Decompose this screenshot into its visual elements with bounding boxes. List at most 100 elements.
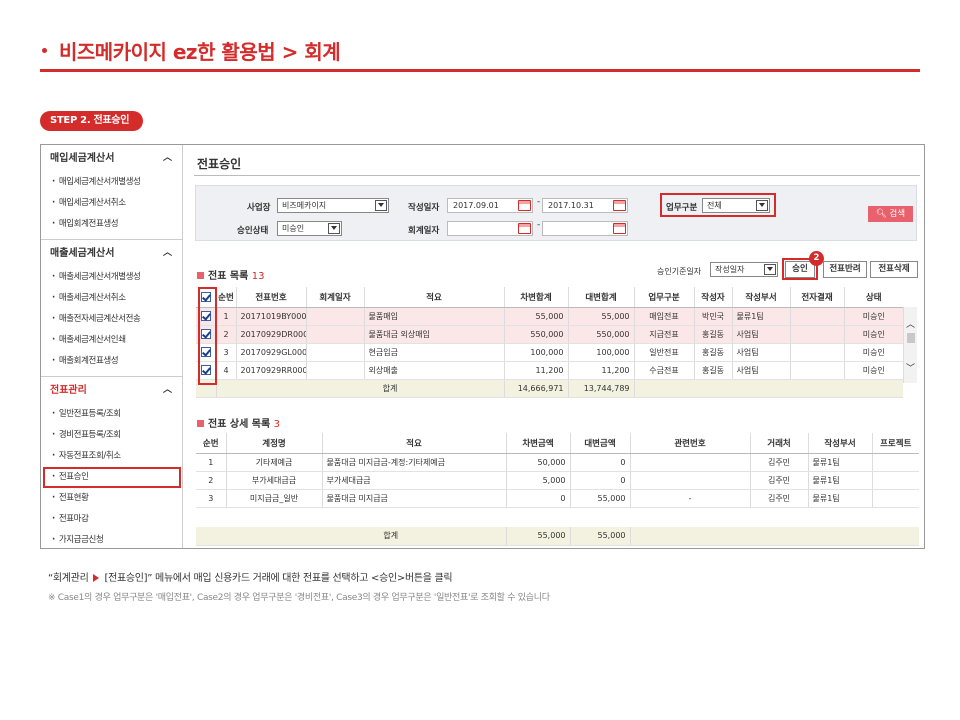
sidebar-group-header[interactable]: 매입세금계산서 ︿ <box>41 145 182 172</box>
column-header: 적요 <box>364 287 505 308</box>
sidebar-item[interactable]: 전표현황 <box>41 488 182 509</box>
step-number-badge: 2 <box>809 251 824 266</box>
search-button[interactable]: 🔍︎ 검색 <box>868 206 913 222</box>
table-row[interactable]: 2 부가세대급금 부가세대급금 5,000 0 김주민 물류1팀 <box>196 471 919 490</box>
chevron-up-icon[interactable]: ︿ <box>163 240 172 267</box>
range-separator: - <box>537 197 541 207</box>
footer-caption: “회계관리 [전표승인]” 메뉴에서 매입 신용카드 거래에 대한 전표를 선택하… <box>48 573 453 584</box>
sidebar-item[interactable]: 매출세금계산서개별생성 <box>41 267 182 288</box>
sidebar-item[interactable]: 경비전표등록/조회 <box>41 425 182 446</box>
triangle-right-icon <box>93 574 100 582</box>
cell <box>790 343 845 362</box>
cell: 사업팀 <box>732 361 791 380</box>
column-header: 거래처 <box>750 433 809 454</box>
sidebar-item[interactable]: 일반전표등록/조회 <box>41 404 182 425</box>
cell: 550,000 <box>504 325 569 344</box>
cell: 현금입금 <box>364 343 505 362</box>
table-row[interactable]: 1 20171019BY00001 물품매입 55,000 55,000 매입전… <box>196 307 903 326</box>
cell: 4 <box>216 361 237 380</box>
column-header: 프로젝트 <box>872 433 919 454</box>
column-header: 순번 <box>196 433 227 454</box>
calendar-icon[interactable] <box>518 200 531 211</box>
cell: 100,000 <box>568 343 635 362</box>
cell: 홍길동 <box>694 361 733 380</box>
step-badge: STEP 2. 전표승인 <box>40 111 143 131</box>
calendar-icon[interactable] <box>613 223 626 234</box>
list-scrollbar[interactable]: ︿ ﹀ <box>903 307 917 383</box>
footer-note: ※ Case1의 경우 업무구분은 '매입전표', Case2의 경우 업무구분… <box>48 593 550 603</box>
table-row[interactable]: 4 20170929RR00001 외상매출 11,200 11,200 수금전… <box>196 361 903 380</box>
acct-date-label: 회계일자 <box>408 226 440 236</box>
table-row[interactable]: 3 미지급금_일반 물품대금 미지급금 0 55,000 - 김주민 물류1팀 <box>196 489 919 508</box>
sum-debit: 14,666,971 <box>504 379 569 398</box>
sidebar-item[interactable]: 매출회계전표생성 <box>41 351 182 372</box>
cell: 11,200 <box>568 361 635 380</box>
dropdown-arrow-icon[interactable] <box>756 200 768 211</box>
date-from-input[interactable]: 2017.09.01 <box>447 198 533 213</box>
chevron-down-icon[interactable]: ﹀ <box>906 361 915 374</box>
table-row[interactable]: 2 20170929DR00001 물품대금 외상매입 550,000 550,… <box>196 325 903 344</box>
list-section-title: 전표 목록 13 <box>197 267 265 282</box>
business-select[interactable]: 비즈메카이지 <box>277 198 389 213</box>
sidebar-item[interactable]: 매입회계전표생성 <box>41 214 182 235</box>
cell: 미승인 <box>844 325 903 344</box>
column-header: 업무구분 <box>634 287 695 308</box>
cell: 20171019BY00001 <box>236 307 307 326</box>
scrollbar-thumb[interactable] <box>907 333 915 343</box>
sidebar-item[interactable]: 전표마감 <box>41 509 182 530</box>
bullet-icon <box>42 48 47 53</box>
column-header: 대변금액 <box>570 433 631 454</box>
dropdown-arrow-icon[interactable] <box>764 264 776 275</box>
cell: 물류1팀 <box>808 453 873 472</box>
calendar-icon[interactable] <box>518 223 531 234</box>
cell: 55,000 <box>570 489 631 508</box>
search-panel: 사업장 비즈메카이지 작성일자 2017.09.01 - 2017.10.31 … <box>195 185 917 241</box>
date-to-input[interactable]: 2017.10.31 <box>542 198 628 213</box>
sidebar-item[interactable]: 매출세금계산서인쇄 <box>41 330 182 351</box>
status-label: 승인상태 <box>237 226 269 236</box>
chevron-up-icon[interactable]: ︿ <box>163 377 172 404</box>
cell: 외상매출 <box>364 361 505 380</box>
dropdown-arrow-icon[interactable] <box>375 200 387 211</box>
cell: 홍길동 <box>694 325 733 344</box>
cell: 기타제예금 <box>226 453 323 472</box>
app-screenshot-frame: 매입세금계산서︿ 매입세금계산서개별생성 매입세금계산서취소 매입회계전표생성 … <box>40 144 925 549</box>
column-header: 전표번호 <box>236 287 307 308</box>
column-header: 대변합계 <box>568 287 635 308</box>
column-header: 상태 <box>844 287 903 308</box>
sidebar-group-header[interactable]: 전표관리 ︿ <box>41 377 182 404</box>
cell: 2 <box>196 471 227 490</box>
return-button[interactable]: 전표반려 <box>823 261 867 278</box>
cell: 물류1팀 <box>808 489 873 508</box>
cell <box>630 471 751 490</box>
acct-date-to-input[interactable] <box>542 221 628 236</box>
cell: 3 <box>196 489 227 508</box>
sidebar-item[interactable]: 자동전표조회/취소 <box>41 446 182 467</box>
column-header: 작성부서 <box>808 433 873 454</box>
criteria-select[interactable]: 작성일자 <box>710 262 778 277</box>
cell: 미승인 <box>844 307 903 326</box>
cell: 1 <box>196 453 227 472</box>
table-row[interactable]: 3 20170929GL00001 현금입금 100,000 100,000 일… <box>196 343 903 362</box>
cell: 물류1팀 <box>732 307 791 326</box>
sidebar-item[interactable]: 가지급금신청 <box>41 530 182 548</box>
column-header: 작성자 <box>694 287 733 308</box>
calendar-icon[interactable] <box>613 200 626 211</box>
sidebar-item[interactable]: 매입세금계산서개별생성 <box>41 172 182 193</box>
type-select[interactable]: 전체 <box>702 198 770 213</box>
cell: 박민국 <box>694 307 733 326</box>
chevron-up-icon[interactable]: ︿ <box>163 145 172 172</box>
acct-date-from-input[interactable] <box>447 221 533 236</box>
sidebar-item[interactable]: 매입세금계산서취소 <box>41 193 182 214</box>
chevron-up-icon[interactable]: ︿ <box>906 317 915 330</box>
sidebar-item[interactable]: 매출세금계산서취소 <box>41 288 182 309</box>
delete-button[interactable]: 전표삭제 <box>870 261 918 278</box>
sidebar-item-voucher-approval[interactable]: 전표승인 <box>43 467 181 488</box>
status-select[interactable]: 미승인 <box>277 221 342 236</box>
cell: 20170929GL00001 <box>236 343 307 362</box>
table-row[interactable]: 1 기타제예금 물품대금 미지급금-계정:기타제예금 50,000 0 김주민 … <box>196 453 919 472</box>
dropdown-arrow-icon[interactable] <box>328 223 340 234</box>
sidebar-item[interactable]: 매출전자세금계산서전송 <box>41 309 182 330</box>
cell: 홍길동 <box>694 343 733 362</box>
sidebar-group-header[interactable]: 매출세금계산서 ︿ <box>41 240 182 267</box>
